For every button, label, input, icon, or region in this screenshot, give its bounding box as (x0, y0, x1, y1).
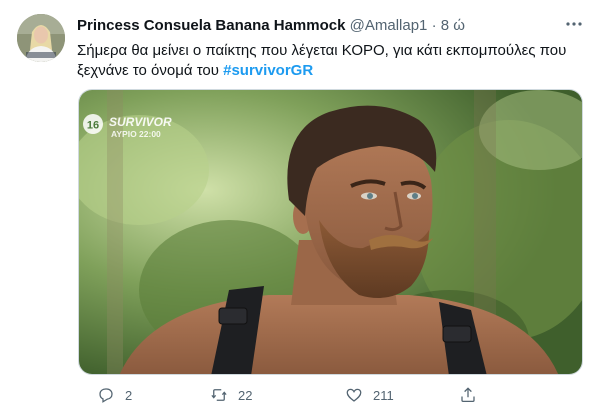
like-count: 211 (373, 387, 394, 403)
tweet-card[interactable]: Princess Consuela Banana Hammock @Amalla… (0, 0, 599, 415)
reply-icon (99, 388, 113, 403)
reply-count: 2 (125, 387, 133, 403)
age-rating-badge: 16 (87, 120, 99, 132)
watermark-schedule: ΑΥΡΙΟ 22:00 (111, 129, 161, 139)
retweet-button[interactable]: 22 (210, 384, 252, 406)
heart-icon (346, 388, 362, 402)
more-horizontal-icon[interactable] (561, 12, 587, 36)
tweet-header: Princess Consuela Banana Hammock @Amalla… (77, 16, 465, 36)
tweet-timestamp[interactable]: 8 ώ (441, 17, 465, 34)
avatar[interactable] (17, 14, 65, 62)
author-name[interactable]: Princess Consuela Banana Hammock (77, 17, 345, 34)
hashtag-link[interactable]: #survivorGR (223, 62, 313, 79)
share-icon (461, 387, 475, 403)
tweet-actions: 2 22 211 (77, 384, 582, 406)
retweet-icon (211, 389, 227, 401)
tweet-media-photo[interactable]: 16 SURVIVOR ΑΥΡΙΟ 22:00 (78, 89, 583, 375)
like-button[interactable]: 211 (345, 384, 394, 406)
watermark-brand: SURVIVOR (109, 115, 172, 129)
header-separator: · (431, 17, 437, 34)
tweet-body: Σήμερα θα μείνει ο παίκτης που λέγεται Κ… (77, 42, 567, 79)
share-button[interactable] (459, 384, 487, 406)
author-handle[interactable]: @Amallap1 (350, 17, 428, 34)
retweet-count: 22 (238, 387, 253, 403)
tweet-text: Σήμερα θα μείνει ο παίκτης που λέγεται Κ… (77, 41, 582, 81)
reply-button[interactable]: 2 (97, 384, 132, 406)
